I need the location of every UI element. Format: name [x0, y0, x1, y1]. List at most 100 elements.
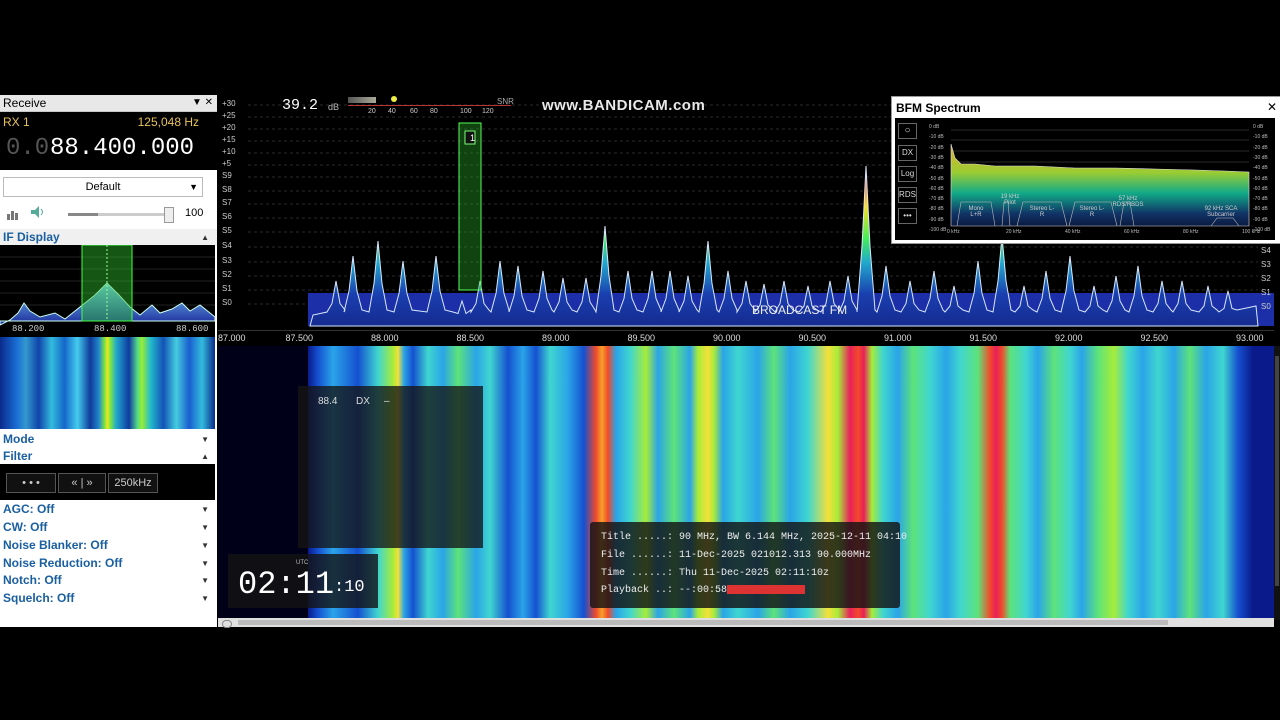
- bfm-x-tick: 60 kHz: [1124, 229, 1140, 235]
- if-tick: 88.200: [12, 324, 45, 334]
- spectrum-right-label: S4: [1261, 246, 1271, 255]
- speaker-icon[interactable]: [30, 205, 46, 219]
- bfm-band-label: Stereo L-R: [1079, 206, 1105, 218]
- bfm-db-tick: -100 dB: [929, 227, 947, 233]
- info-playback: Playback ..: --:00:58: [601, 585, 728, 596]
- playback-scrollbar[interactable]: [218, 618, 1274, 628]
- squelch-section[interactable]: Squelch: Off ▼: [0, 590, 217, 607]
- bfm-db-tick-right: -30 dB: [1253, 154, 1268, 161]
- utc-clock: UTC 02:11 :10: [228, 554, 378, 608]
- mode-select[interactable]: Default ▼: [3, 177, 203, 197]
- frequency-axis[interactable]: 87.000 87.500 88.000 88.500 89.000 89.500 90.0…: [218, 330, 1274, 347]
- spectrum-right-label: S0: [1261, 302, 1271, 311]
- chevron-down-icon: ▼: [201, 523, 209, 532]
- bfm-band-label: 57 kHz RDS/RBDS: [1112, 196, 1144, 208]
- chevron-down-icon: ▼: [201, 559, 209, 568]
- spectrum-y-label: S4: [222, 241, 232, 250]
- snr-scale-tick: 120: [482, 108, 494, 115]
- mode-section[interactable]: Mode ▼: [0, 431, 217, 448]
- bfm-db-tick: -50 dB: [929, 175, 944, 182]
- scroll-handle-icon[interactable]: [222, 620, 232, 628]
- mode-select-value: Default: [85, 181, 121, 193]
- if-tick: 88.600: [176, 324, 209, 334]
- frequency-tick: 92.000: [1055, 333, 1083, 343]
- frequency-tick: 92.500: [1140, 333, 1169, 343]
- rx-display: RX 1 125,048 Hz 0.0 88.400.000: [0, 112, 217, 170]
- bfm-x-tick: 0 kHz: [947, 229, 960, 235]
- filter-section-title: Filter: [3, 449, 33, 463]
- frequency-display[interactable]: 88.400.000: [50, 135, 194, 162]
- snr-dot-icon: [391, 96, 397, 102]
- agc-section[interactable]: AGC: Off ▼: [0, 501, 217, 518]
- spectrum-y-label: S5: [222, 226, 232, 235]
- mode-section-title: Mode: [3, 432, 35, 446]
- squelch-title: Squelch: Off: [3, 591, 75, 605]
- playback-progress[interactable]: [727, 585, 805, 594]
- spectrum-y-label: S7: [222, 198, 232, 207]
- noise-blanker-title: Noise Blanker: Off: [3, 538, 108, 552]
- bfm-x-tick: 100 kHz: [1242, 229, 1261, 235]
- frequency-tick: 87.500: [285, 333, 314, 343]
- close-icon[interactable]: ✕: [1267, 100, 1277, 114]
- scroll-track[interactable]: [238, 620, 1168, 625]
- bfm-band-label: 92 kHz SCA Subcarrier: [1204, 206, 1238, 218]
- snr-bar: [348, 97, 376, 103]
- spectrum-right-label: S3: [1261, 260, 1271, 269]
- filter-options-button[interactable]: • • •: [6, 473, 56, 493]
- bfm-db-tick: 0 dB: [929, 124, 940, 130]
- chevron-down-icon: ▼: [189, 182, 198, 192]
- spectrum-y-label: +20: [222, 123, 236, 132]
- agc-title: AGC: Off: [3, 502, 55, 516]
- watermark: www.BANDICAM.com: [542, 97, 706, 114]
- snr-scale-tick: 80: [430, 108, 438, 115]
- spectrum-y-label: S9: [222, 171, 232, 180]
- snr-scale-line: [348, 105, 511, 106]
- filter-section[interactable]: Filter ▲: [0, 448, 217, 465]
- bfm-db-tick-right: 0 dB: [1253, 124, 1264, 130]
- if-display-section[interactable]: IF Display ▲: [0, 229, 217, 246]
- rx-passband[interactable]: [459, 123, 481, 290]
- frequency-tick: 89.000: [542, 333, 570, 343]
- cw-title: CW: Off: [3, 520, 48, 534]
- snr-unit: dB: [328, 102, 340, 112]
- spectrum-y-label: +10: [222, 147, 236, 156]
- waterfall-scrollbar[interactable]: [1274, 346, 1280, 620]
- if-waterfall[interactable]: [0, 337, 215, 429]
- filter-bandwidth-button[interactable]: 250kHz: [108, 473, 158, 493]
- receive-panel: Receive ▼ ✕ RX 1 125,048 Hz 0.0 88.400.0…: [0, 95, 217, 627]
- bfm-db-tick-right: -60 dB: [1253, 185, 1268, 192]
- noise-reduction-section[interactable]: Noise Reduction: Off ▼: [0, 555, 217, 572]
- info-title: Title .....: 90 MHz, BW 6.144 MHz, 2025-…: [601, 532, 908, 543]
- filter-shift-button[interactable]: « | »: [58, 473, 106, 493]
- bfm-db-tick-right: -10 dB: [1253, 134, 1268, 141]
- chevron-up-icon: ▲: [201, 233, 209, 242]
- if-display-title: IF Display: [3, 230, 60, 244]
- overlay-freq: 88.4: [318, 396, 338, 407]
- bfm-db-tick: -10 dB: [929, 134, 944, 141]
- frequency-tick: 91.000: [884, 333, 912, 343]
- marker-label: 1: [470, 133, 476, 143]
- clock-seconds: :10: [334, 578, 365, 597]
- meter-icon[interactable]: [6, 207, 20, 220]
- bfm-title: BFM Spectrum: [896, 101, 981, 115]
- snr-value: 39.2: [282, 97, 319, 114]
- spectrum-right-label: S2: [1261, 274, 1271, 283]
- if-tick: 88.400: [94, 324, 127, 334]
- receive-title: Receive: [3, 96, 47, 110]
- chevron-up-icon: ▲: [201, 452, 209, 461]
- waterfall[interactable]: 88.4 DX – UTC 02:11 :10 Title .....: 90 …: [218, 346, 1274, 620]
- volume-handle[interactable]: [164, 207, 174, 223]
- frequency-tick: 88.000: [371, 333, 399, 343]
- station-overlay: 88.4 DX –: [298, 386, 483, 548]
- frequency-tick: 91.500: [969, 333, 998, 343]
- spectrum-y-label: +30: [222, 99, 236, 108]
- volume-slider[interactable]: [68, 207, 174, 223]
- notch-section[interactable]: Notch: Off ▼: [0, 572, 217, 589]
- frequency-tick: 90.000: [713, 333, 741, 343]
- panel-menu-icon[interactable]: ▼ ✕: [192, 95, 213, 111]
- snr-scale-tick: 60: [410, 108, 418, 115]
- if-spectrum[interactable]: 88.200 88.400 88.600: [0, 244, 216, 337]
- bfm-spectrum-window: BFM Spectrum ✕ ○ DX Log RDS ••• 0 dB 0 d…: [891, 96, 1280, 244]
- cw-section[interactable]: CW: Off ▼: [0, 519, 217, 536]
- noise-blanker-section[interactable]: Noise Blanker: Off ▼: [0, 537, 217, 554]
